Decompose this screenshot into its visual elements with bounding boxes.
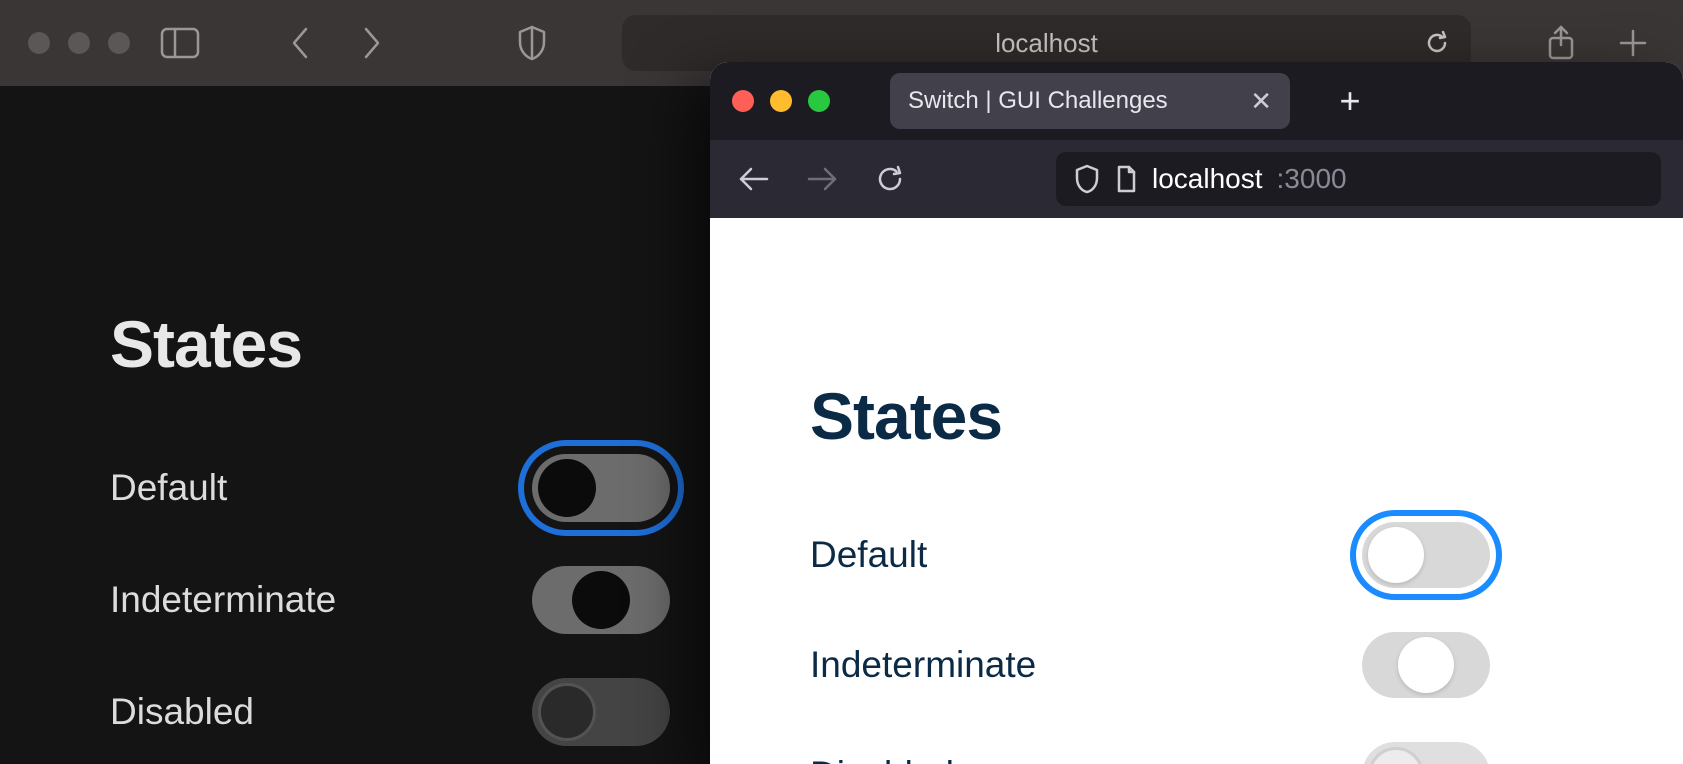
firefox-address-bar[interactable]: localhost :3000 [1056, 152, 1661, 206]
reload-icon[interactable] [868, 157, 912, 201]
switch-indeterminate-light[interactable] [1362, 632, 1490, 698]
firefox-window: Switch | GUI Challenges ✕ + localhost :30… [710, 62, 1683, 764]
forward-button [800, 157, 844, 201]
traffic-minimize[interactable] [68, 32, 90, 54]
state-row-disabled-dark: Disabled [110, 656, 670, 764]
back-button[interactable] [278, 21, 322, 65]
browser-tab[interactable]: Switch | GUI Challenges ✕ [890, 73, 1290, 129]
safari-url-host: localhost [995, 28, 1098, 59]
switch-thumb [1368, 527, 1424, 583]
safari-traffic-lights [28, 32, 130, 54]
state-row-default-dark: Default [110, 432, 670, 544]
tab-close-icon[interactable]: ✕ [1250, 86, 1272, 117]
url-port: :3000 [1277, 163, 1347, 195]
reload-icon[interactable] [1423, 29, 1451, 57]
new-tab-icon[interactable] [1611, 21, 1655, 65]
tab-title: Switch | GUI Challenges [908, 87, 1168, 115]
switch-disabled-dark [532, 678, 670, 746]
switch-thumb [538, 683, 596, 741]
switch-indeterminate-dark[interactable] [532, 566, 670, 634]
switch-disabled-light [1362, 742, 1490, 764]
page-heading-light: States [810, 378, 1583, 454]
switch-default-light[interactable] [1362, 522, 1490, 588]
state-row-indeterminate-light: Indeterminate [810, 610, 1490, 720]
state-label: Indeterminate [810, 644, 1036, 686]
shield-icon[interactable] [1074, 164, 1100, 194]
firefox-toolbar: localhost :3000 [710, 140, 1683, 218]
state-label: Default [110, 467, 227, 509]
switch-thumb [1398, 637, 1454, 693]
state-row-disabled-light: Disabled [810, 720, 1490, 764]
firefox-tab-bar: Switch | GUI Challenges ✕ + [710, 62, 1683, 140]
firefox-page-content: States Default Indeterminate Disabled [710, 218, 1683, 764]
traffic-zoom[interactable] [108, 32, 130, 54]
page-icon [1114, 165, 1138, 193]
url-host: localhost [1152, 163, 1263, 195]
state-label: Indeterminate [110, 579, 336, 621]
switch-default-dark[interactable] [532, 454, 670, 522]
traffic-zoom[interactable] [808, 90, 830, 112]
new-tab-button[interactable]: + [1330, 81, 1370, 121]
state-label: Disabled [110, 691, 254, 733]
switch-thumb [1368, 747, 1424, 764]
switch-thumb [538, 459, 596, 517]
state-label: Default [810, 534, 927, 576]
switch-thumb [572, 571, 630, 629]
traffic-close[interactable] [28, 32, 50, 54]
state-row-default-light: Default [810, 500, 1490, 610]
back-button[interactable] [732, 157, 776, 201]
sidebar-toggle-icon[interactable] [158, 21, 202, 65]
privacy-shield-icon[interactable] [510, 21, 554, 65]
share-icon[interactable] [1539, 21, 1583, 65]
traffic-minimize[interactable] [770, 90, 792, 112]
forward-button[interactable] [350, 21, 394, 65]
traffic-close[interactable] [732, 90, 754, 112]
firefox-traffic-lights [732, 90, 830, 112]
state-label: Disabled [810, 754, 954, 764]
state-row-indeterminate-dark: Indeterminate [110, 544, 670, 656]
